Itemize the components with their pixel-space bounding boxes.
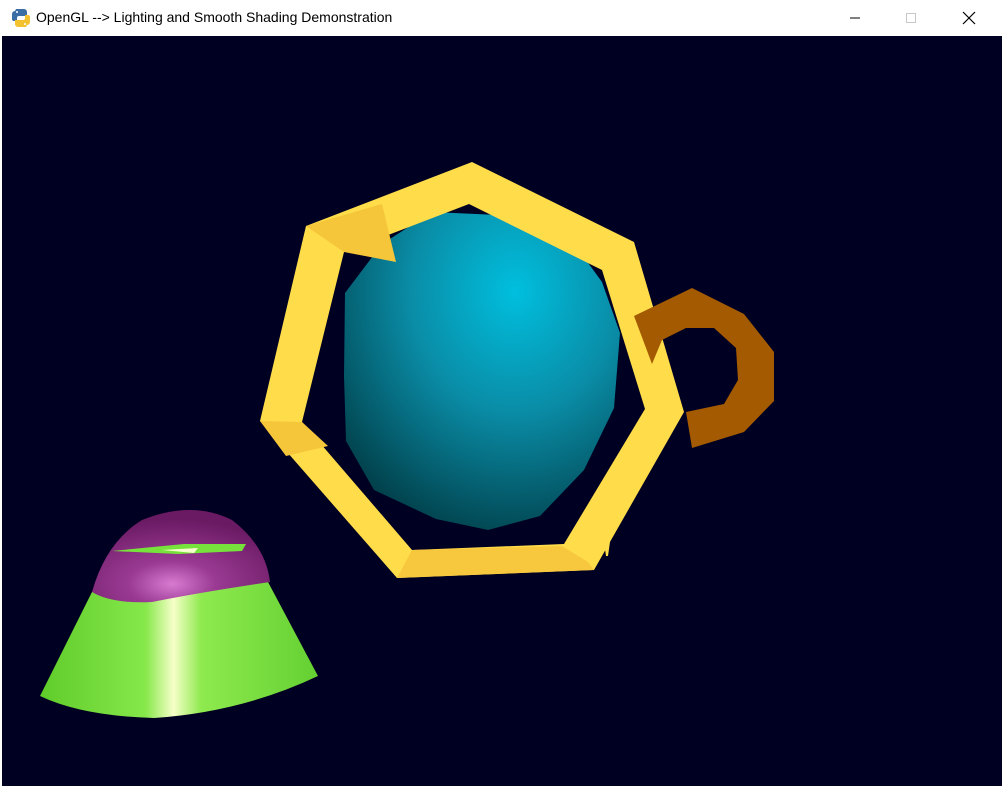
close-icon xyxy=(962,11,976,25)
window-title: OpenGL --> Lighting and Smooth Shading D… xyxy=(36,9,393,25)
opengl-canvas[interactable] xyxy=(2,36,1002,786)
minimize-icon xyxy=(850,17,860,19)
maximize-icon xyxy=(906,13,916,23)
close-button[interactable] xyxy=(940,0,998,36)
minimize-button[interactable] xyxy=(826,0,884,36)
python-icon xyxy=(10,7,32,29)
app-window: OpenGL --> Lighting and Smooth Shading D… xyxy=(0,0,1004,788)
title-bar[interactable]: OpenGL --> Lighting and Smooth Shading D… xyxy=(0,0,1004,36)
maximize-button[interactable] xyxy=(882,0,940,36)
